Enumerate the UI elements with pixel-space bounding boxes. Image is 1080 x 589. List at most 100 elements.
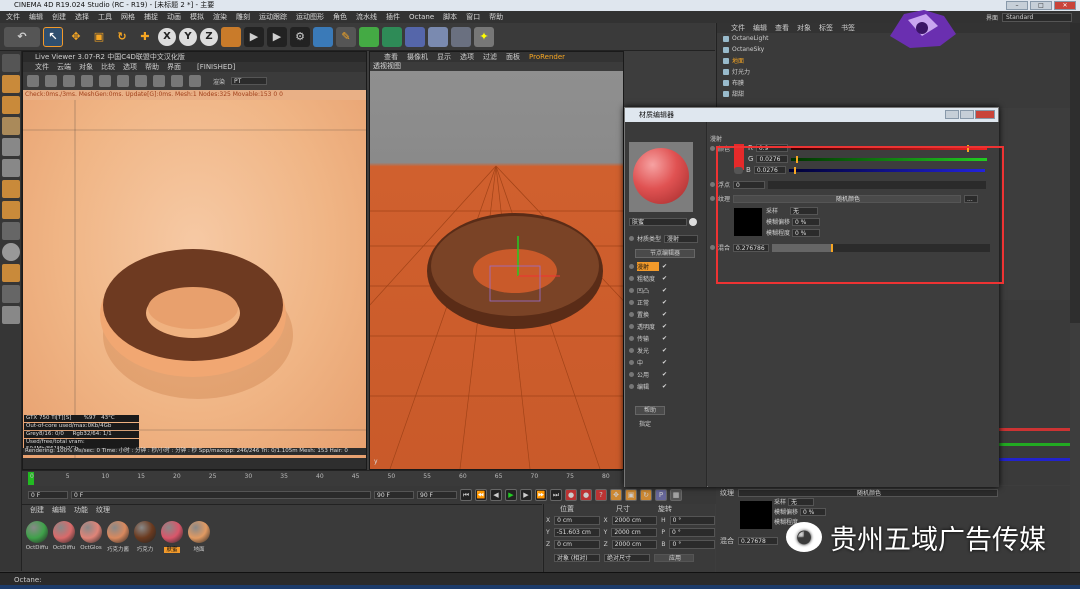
position-field[interactable]: 0 cm — [554, 539, 600, 549]
coord-system-icon[interactable] — [221, 26, 241, 47]
channel-checkbox[interactable]: ✔ — [662, 383, 668, 390]
viewer-menu-item[interactable]: 对象 — [79, 62, 93, 72]
viewer-menu-item[interactable]: 帮助 — [145, 62, 159, 72]
objman-menu-item[interactable]: 对象 — [797, 23, 811, 33]
menu-item[interactable]: 捕捉 — [144, 11, 158, 23]
objman-menu-item[interactable]: 编辑 — [753, 23, 767, 33]
menu-item[interactable]: 运动跟踪 — [259, 11, 287, 23]
viewer-menu-item[interactable]: 界面 — [167, 62, 181, 72]
next-key-icon[interactable]: ⏩ — [535, 489, 547, 501]
channel-checkbox[interactable]: ✔ — [662, 263, 668, 270]
rotate-icon[interactable]: ↻ — [112, 27, 132, 47]
rotation-field[interactable]: 0 ° — [669, 515, 715, 525]
key-rotate-icon[interactable]: ↻ — [640, 489, 652, 501]
channel-row[interactable]: 粗糙度 ✔ — [629, 274, 668, 283]
close-button[interactable]: ✕ — [1054, 1, 1076, 10]
objman-menu-item[interactable]: 查看 — [775, 23, 789, 33]
maximize-button[interactable]: □ — [1030, 1, 1052, 10]
undo-icon[interactable]: ↶ — [4, 26, 40, 47]
material-type-select[interactable]: 漫射 — [664, 234, 699, 243]
viewport-canvas[interactable]: y — [370, 71, 623, 469]
material-thumbnail[interactable]: 巧克力酱 — [105, 521, 131, 553]
stop-icon[interactable] — [99, 75, 111, 87]
object-row[interactable]: 布膜 — [717, 77, 1070, 88]
channel-row[interactable]: 公用 ✔ — [629, 370, 668, 379]
apply-button[interactable]: 应用 — [654, 554, 694, 562]
texture-swatch[interactable] — [740, 501, 772, 529]
restart-icon[interactable] — [45, 75, 57, 87]
size-field[interactable]: 2000 cm — [611, 539, 658, 549]
floor-icon[interactable] — [428, 26, 448, 47]
menu-item[interactable]: 运动图形 — [296, 11, 324, 23]
camera-icon[interactable] — [451, 26, 471, 47]
channel-row[interactable]: 编辑 ✔ — [629, 382, 668, 391]
rotation-field[interactable]: 0 ° — [669, 539, 716, 549]
menu-item[interactable]: 插件 — [386, 11, 400, 23]
position-field[interactable]: -51.603 cm — [553, 527, 600, 537]
menu-item[interactable]: 脚本 — [443, 11, 457, 23]
menu-item[interactable]: 雕刻 — [236, 11, 250, 23]
objman-menu-item[interactable]: 标签 — [819, 23, 833, 33]
matman-menu-item[interactable]: 功能 — [74, 505, 88, 515]
menu-item[interactable]: 流水线 — [356, 11, 377, 23]
axis-z-button[interactable]: Z — [200, 27, 218, 46]
menu-item[interactable]: 渲染 — [213, 11, 227, 23]
channel-checkbox[interactable]: ✔ — [662, 335, 668, 342]
minimize-button[interactable] — [945, 110, 959, 119]
channel-checkbox[interactable]: ✔ — [662, 347, 668, 354]
pen-icon[interactable]: ✎ — [336, 26, 356, 47]
points-mode-icon[interactable] — [2, 138, 20, 156]
add-icon[interactable]: ✚ — [135, 27, 155, 47]
random-color-button[interactable]: 随机颜色 — [738, 489, 998, 497]
scale-icon[interactable]: ▣ — [89, 27, 109, 47]
clay-icon[interactable] — [135, 75, 147, 87]
viewer-menu-item[interactable]: 文件 — [35, 62, 49, 72]
channel-checkbox[interactable]: ✔ — [662, 299, 668, 306]
reload-icon[interactable] — [63, 75, 75, 87]
viewport-menu-item[interactable]: 摄像机 — [407, 52, 428, 62]
object-row[interactable]: 灯光力 — [717, 66, 1070, 77]
axis-y-button[interactable]: Y — [179, 27, 197, 46]
model-mode-icon[interactable] — [2, 75, 20, 93]
objman-menu-item[interactable]: 书签 — [841, 23, 855, 33]
channel-row[interactable]: 漫射 ✔ — [629, 262, 668, 271]
channel-checkbox[interactable]: ✔ — [662, 371, 668, 378]
select-icon[interactable]: ↖ — [43, 26, 63, 47]
viewport-menu-item[interactable]: 面板 — [506, 52, 520, 62]
matman-menu-item[interactable]: 创建 — [30, 505, 44, 515]
channel-checkbox[interactable]: ✔ — [662, 275, 668, 282]
light-icon[interactable]: ✦ — [474, 26, 494, 47]
size-field[interactable]: 2000 cm — [611, 515, 658, 525]
render-picture-viewer-icon[interactable]: ▶ — [267, 26, 287, 47]
mix-field[interactable]: 0.27678 — [738, 537, 778, 545]
channel-row[interactable]: 透明度 ✔ — [629, 322, 668, 331]
size-mode-select[interactable]: 绝对尺寸 — [604, 554, 650, 562]
prev-frame-icon[interactable]: ◀ — [490, 489, 502, 501]
rotation-field[interactable]: 0 ° — [668, 527, 715, 537]
channel-row[interactable]: 正常 ✔ — [629, 298, 668, 307]
menu-item[interactable]: 动画 — [167, 11, 181, 23]
menu-item[interactable]: 编辑 — [29, 11, 43, 23]
cube-icon[interactable] — [313, 26, 333, 47]
menu-item[interactable]: 网格 — [121, 11, 135, 23]
edges-mode-icon[interactable] — [2, 159, 20, 177]
channel-row[interactable]: 传输 ✔ — [629, 334, 668, 343]
viewer-menu-item[interactable]: 选项 — [123, 62, 137, 72]
material-thumbnail[interactable]: OctDiffu — [51, 521, 77, 551]
polygons-mode-icon[interactable] — [2, 180, 20, 198]
channel-row[interactable]: 凹凸 ✔ — [629, 286, 668, 295]
subdivision-icon[interactable] — [359, 26, 379, 47]
end-frame-field[interactable]: 90 F — [374, 491, 414, 499]
channel-checkbox[interactable]: ✔ — [662, 311, 668, 318]
channel-row[interactable]: 发光 ✔ — [629, 346, 668, 355]
objman-menu-item[interactable]: 文件 — [731, 23, 745, 33]
go-start-icon[interactable]: ⏮ — [460, 489, 472, 501]
tweak-icon[interactable] — [2, 222, 20, 240]
menu-item[interactable]: 帮助 — [489, 11, 503, 23]
make-editable-icon[interactable] — [2, 54, 20, 72]
menu-item[interactable]: 创建 — [52, 11, 66, 23]
region-icon[interactable] — [153, 75, 165, 87]
viewport-menu-item[interactable]: 选项 — [460, 52, 474, 62]
channel-row[interactable]: 置换 ✔ — [629, 310, 668, 319]
render-view-icon[interactable]: ▶ — [244, 26, 264, 47]
